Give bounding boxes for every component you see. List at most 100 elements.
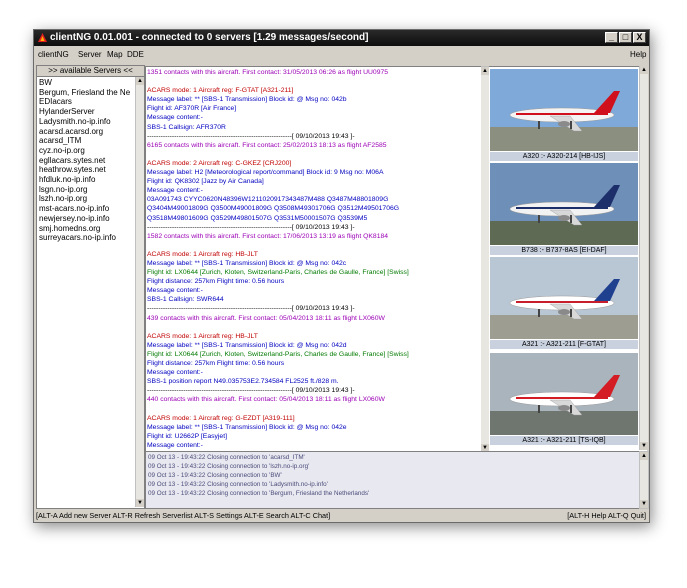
message-log[interactable]: 1351 contacts with this aircraft. First … <box>145 66 483 453</box>
server-list-item[interactable]: hfdluk.no-ip.info <box>39 175 135 185</box>
aircraft-photo[interactable] <box>490 69 638 151</box>
log-line: 09 Oct 13 - 19:43:22 Closing connection … <box>148 472 282 479</box>
message-line: Flight id: LX0644 [Zurich, Kloten, Switz… <box>147 350 409 358</box>
message-line: Message content:- <box>147 441 203 449</box>
server-list-item[interactable]: HylanderServer <box>39 107 135 117</box>
photo-scrollbar[interactable]: ▲ ▼ <box>639 66 648 450</box>
scroll-down-arrow-icon[interactable]: ▼ <box>136 499 144 507</box>
message-line: Flight id: AF370R [Air France] <box>147 105 237 113</box>
message-line: Q3404M49001809G Q3500M49001809G Q3508M49… <box>147 205 400 213</box>
message-line: Q3518M49801609G Q3529M49801507G Q3531M50… <box>147 214 368 222</box>
available-servers-button[interactable]: >> available Servers << <box>37 66 144 77</box>
message-line: Message label: ** [SBS-1 Transmission] B… <box>147 96 347 104</box>
server-list-item[interactable]: acarsd.acarsd.org <box>39 127 135 137</box>
server-list-item[interactable]: acarsd_ITM <box>39 136 135 146</box>
message-line: SBS-1 Callsign: AFR370R <box>147 123 226 131</box>
log-line: 09 Oct 13 - 19:43:22 Closing connection … <box>148 481 328 488</box>
server-list-item[interactable]: Ladysmith.no-ip.info <box>39 117 135 127</box>
message-line: SBS-1 Callsign: SWR644 <box>147 296 224 304</box>
message-line <box>147 241 481 250</box>
window-title: clientNG 0.01.001 - connected to 0 serve… <box>50 32 369 43</box>
menu-dde[interactable]: DDE <box>127 50 144 59</box>
message-line <box>147 77 481 86</box>
message-line: Flight id: LX0644 [Zurich, Kloten, Switz… <box>147 269 409 277</box>
message-line: Message content:- <box>147 187 203 195</box>
server-list-item[interactable]: mst-acars.no-ip.info <box>39 204 135 214</box>
main-window: clientNG 0.01.001 - connected to 0 serve… <box>33 29 650 523</box>
menu-server[interactable]: Server <box>78 50 102 59</box>
message-line: Flight distance: 257km Flight time: 0.56… <box>147 278 285 286</box>
close-button[interactable]: X <box>633 32 646 43</box>
server-list-item[interactable]: EDIacars <box>39 97 135 107</box>
scroll-up-arrow-icon[interactable]: ▲ <box>136 77 144 85</box>
maximize-button[interactable]: □ <box>619 32 632 43</box>
message-line: ACARS mode: 1 Aircraft reg: HB-JLT <box>147 250 258 258</box>
message-line: 6165 contacts with this aircraft. First … <box>147 141 387 149</box>
message-line: Flight id: QK8302 [Jazz by Air Canada] <box>147 178 264 186</box>
message-line: 440 contacts with this aircraft. First c… <box>147 396 385 404</box>
server-list-item[interactable]: lszh.no-ip.org <box>39 194 135 204</box>
aircraft-photo[interactable] <box>490 163 638 245</box>
server-list-scrollbar[interactable]: ▲ ▼ <box>135 77 144 507</box>
menu-map[interactable]: Map <box>107 50 123 59</box>
title-bar[interactable]: clientNG 0.01.001 - connected to 0 serve… <box>34 30 649 46</box>
server-list-item[interactable]: heathrow.sytes.net <box>39 165 135 175</box>
message-line: ACARS mode: 1 Aircraft reg: F-GTAT [A321… <box>147 87 294 95</box>
message-line: ----------------------------------------… <box>147 387 355 395</box>
connection-log[interactable]: 09 Oct 13 - 19:43:22 Closing connection … <box>145 451 640 509</box>
message-line: Message content:- <box>147 114 203 122</box>
shortcut-hints: [ALT-A Add new Server ALT-R Refresh Serv… <box>36 511 331 520</box>
menu-clientng[interactable]: clientNG <box>38 50 69 59</box>
message-line: Message label: ** [SBS-1 Transmission] B… <box>147 259 347 267</box>
scroll-up-arrow-icon[interactable]: ▲ <box>640 66 648 74</box>
aircraft-photo[interactable] <box>490 257 638 339</box>
scroll-up-arrow-icon[interactable]: ▲ <box>481 67 489 75</box>
log-scrollbar[interactable]: ▲ ▼ <box>639 451 649 509</box>
help-quit-hints: [ALT-H Help ALT-Q Quit] <box>567 511 646 520</box>
server-list-item[interactable]: smj.homedns.org <box>39 224 135 234</box>
message-line: Flight distance: 257km Flight time: 0.56… <box>147 360 285 367</box>
log-line: 09 Oct 13 - 19:43:22 Closing connection … <box>148 463 310 470</box>
message-line: ACARS mode: 1 Aircraft reg: HB-JLT <box>147 332 258 340</box>
message-line: Message label: ** [SBS-1 Transmission] B… <box>147 423 347 431</box>
server-list-item[interactable]: egllacars.sytes.net <box>39 156 135 166</box>
message-lines: 1351 contacts with this aircraft. First … <box>147 68 481 450</box>
message-line: Message content:- <box>147 287 203 295</box>
message-line <box>147 404 481 413</box>
message-line: SBS-1 position report N49.035753E2.73458… <box>147 378 339 386</box>
message-line: ----------------------------------------… <box>147 305 355 313</box>
server-list-item[interactable]: newjersey.no-ip.info <box>39 214 135 224</box>
aircraft-photo-caption: A321 :- A321-211 [TS-IQB] <box>490 436 638 445</box>
server-list-item[interactable]: BW <box>39 78 135 88</box>
aircraft-photo[interactable] <box>490 353 638 435</box>
server-list-item[interactable]: surreyacars.no-ip.info <box>39 233 135 243</box>
log-line: 09 Oct 13 - 19:43:22 Closing connection … <box>148 490 370 497</box>
message-line: Flight id: U2662P [Easyjet] <box>147 432 227 440</box>
message-line: 1351 contacts with this aircraft. First … <box>147 69 389 76</box>
status-bar: [ALT-A Add new Server ALT-R Refresh Serv… <box>34 509 649 522</box>
scroll-up-arrow-icon[interactable]: ▲ <box>640 452 648 460</box>
message-line: 439 contacts with this aircraft. First c… <box>147 314 385 322</box>
server-list-item[interactable]: Bergum, Friesland the Ne <box>39 88 135 98</box>
aircraft-photo-caption: A321 :- A321-211 [F-GTAT] <box>490 340 638 349</box>
menu-bar: clientNG Server Map DDE Help <box>34 47 649 62</box>
log-line: 09 Oct 13 - 19:43:22 Closing connection … <box>148 454 305 461</box>
message-line: Message label: ** [SBS-1 Transmission] B… <box>147 341 347 349</box>
menu-help[interactable]: Help <box>630 50 646 59</box>
app-logo-icon <box>38 33 47 42</box>
aircraft-photo-caption: A320 :- A320-214 [HB-IJS] <box>490 152 638 161</box>
minimize-button[interactable]: _ <box>605 32 618 43</box>
message-line: Message label: H2 [Meteorological report… <box>147 169 384 177</box>
server-list-item[interactable]: cyz.no-ip.org <box>39 146 135 156</box>
message-line: 03A091743 CYYC0620N48396W121102091734348… <box>147 196 389 204</box>
aircraft-photo-panel: A320 :- A320-214 [HB-IJS] B738 :- B737-8A… <box>489 66 647 451</box>
message-line: Message content:- <box>147 369 203 377</box>
scroll-down-arrow-icon[interactable]: ▼ <box>640 500 648 508</box>
message-line <box>147 323 481 332</box>
scroll-down-arrow-icon[interactable]: ▼ <box>640 442 648 450</box>
message-line <box>147 150 481 159</box>
message-line: 1582 contacts with this aircraft. First … <box>147 232 389 240</box>
server-list-item[interactable]: lsgn.no-ip.org <box>39 185 135 195</box>
message-line: ACARS mode: 2 Aircraft reg: C-GKEZ [CRJ2… <box>147 159 292 167</box>
aircraft-photo-caption: B738 :- B737-8AS [EI-DAF] <box>490 246 638 255</box>
